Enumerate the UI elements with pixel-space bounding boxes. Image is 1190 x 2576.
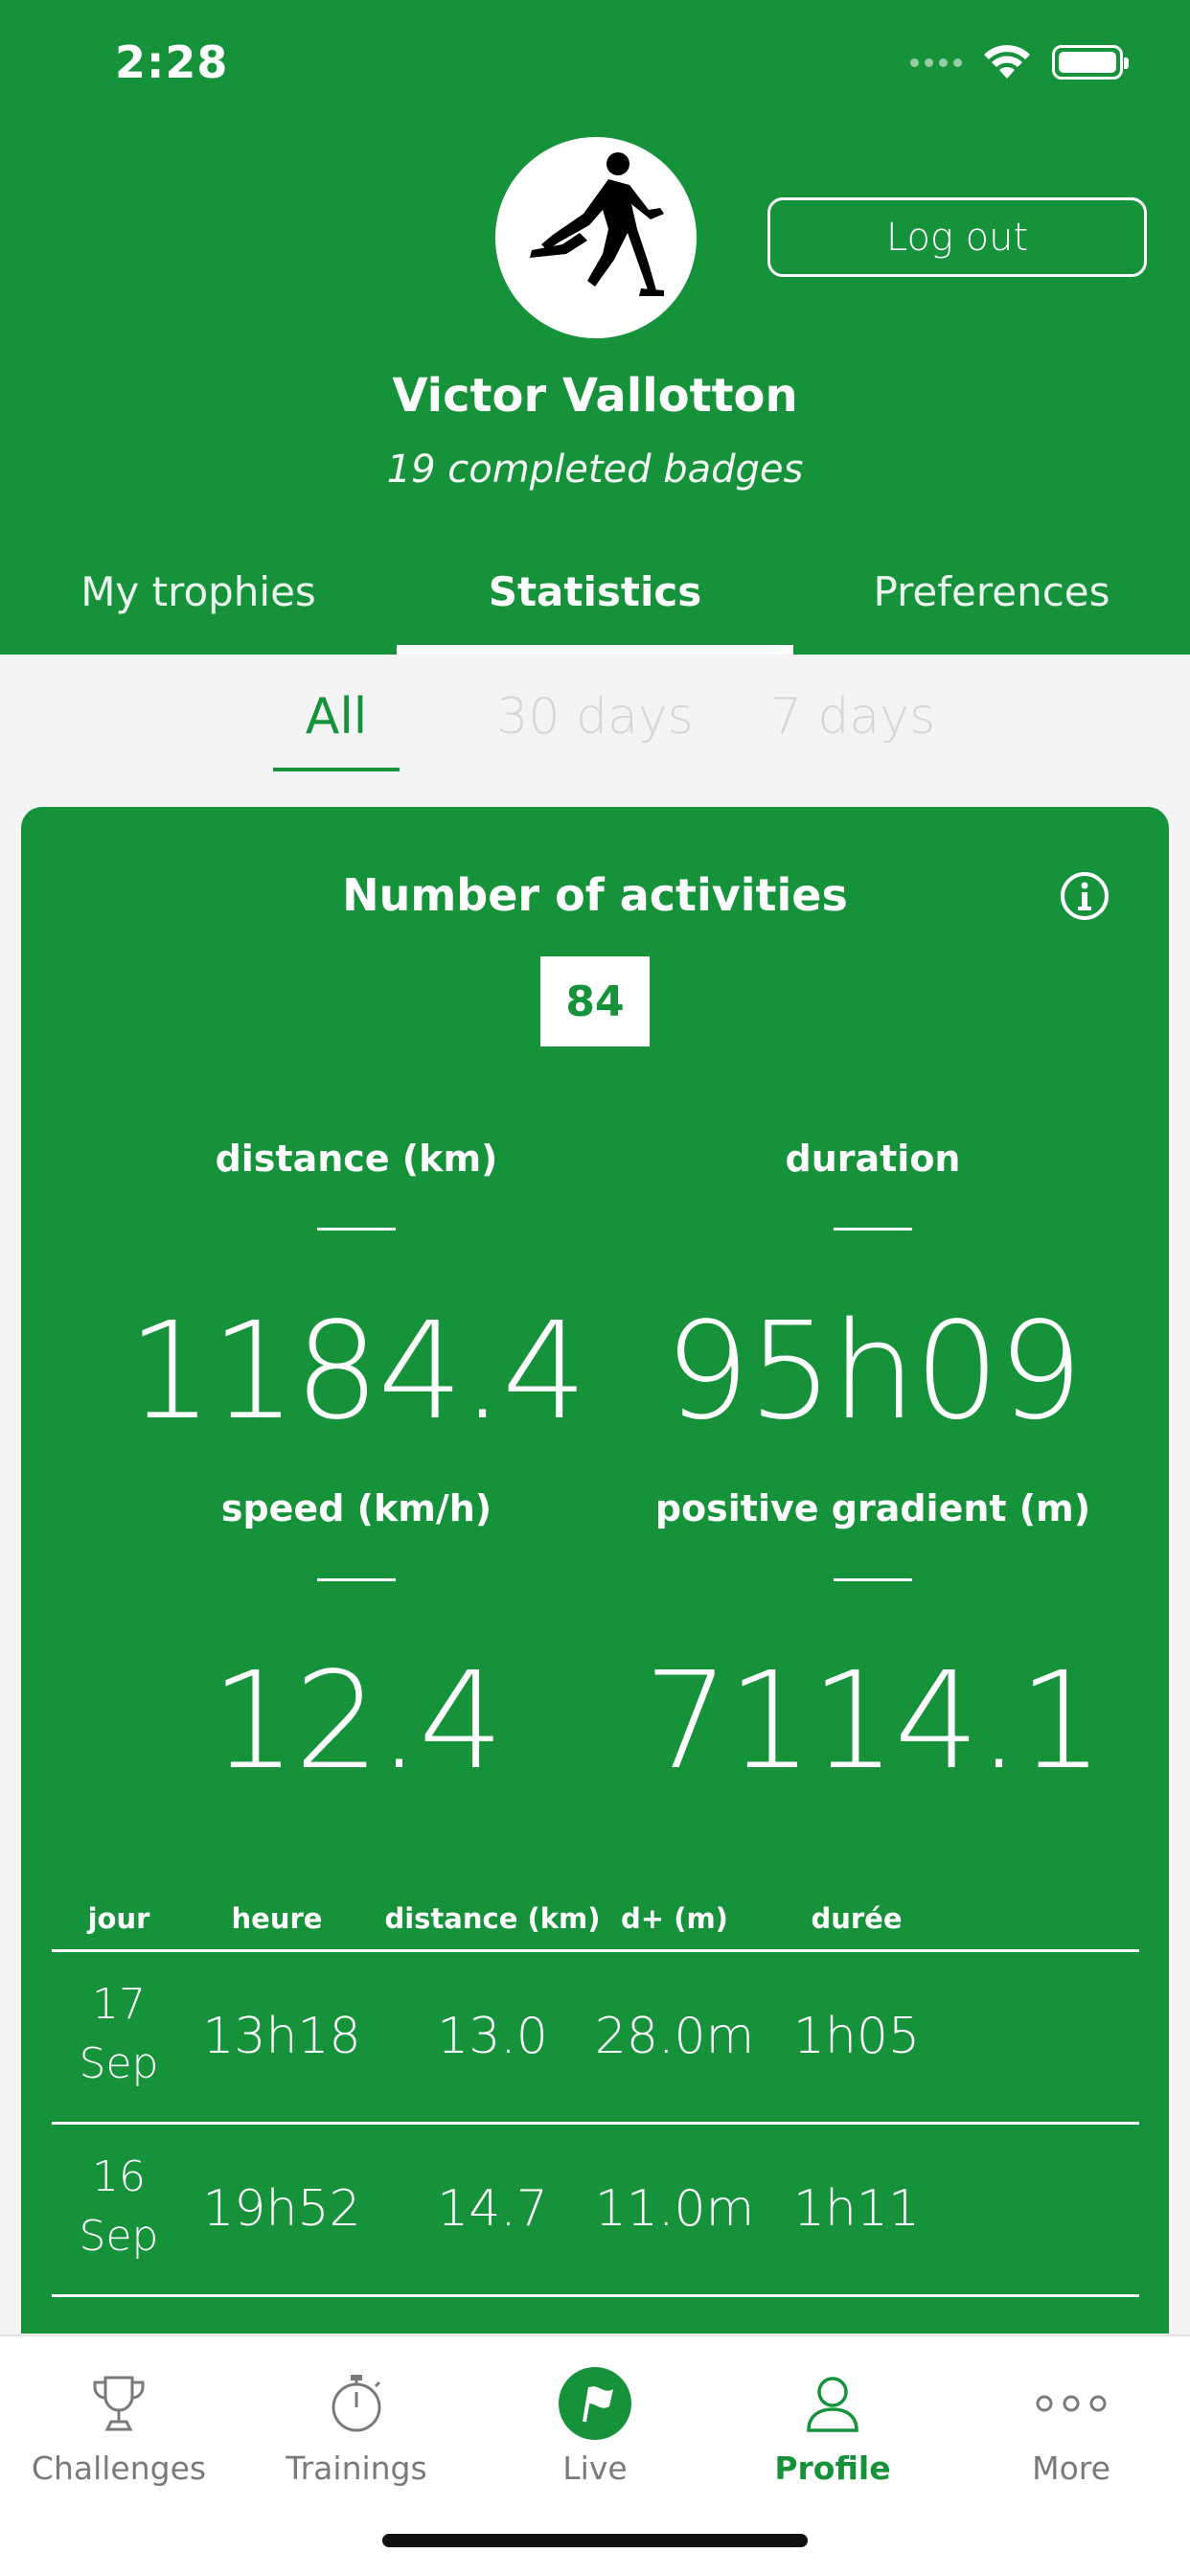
filter-active-underline — [273, 768, 400, 771]
nav-challenges[interactable]: Challenges — [0, 2365, 238, 2487]
gradient-label: positive gradient (m) — [654, 1487, 1091, 1530]
row-duration: 1h05 — [792, 2008, 921, 2065]
home-indicator[interactable] — [382, 2534, 808, 2547]
speed-label: speed (km/h) — [220, 1487, 492, 1530]
column-header-day: jour — [87, 1902, 150, 1935]
more-icon — [1036, 2395, 1107, 2412]
duration-label: duration — [785, 1138, 961, 1180]
activities-title: Number of activities — [342, 869, 848, 921]
row-dplus: 28.0m — [594, 2008, 755, 2065]
filter-30-days[interactable]: 30 days — [489, 688, 701, 746]
user-name: Victor Vallotton — [392, 369, 798, 423]
runner-silhouette-icon — [530, 152, 664, 296]
row-time: 19h52 — [202, 2180, 361, 2238]
distance-value: 1184.4 — [127, 1294, 587, 1450]
tab-my-trophies[interactable]: My trophies — [0, 551, 397, 655]
distance-divider — [317, 1228, 396, 1230]
filter-all[interactable]: All — [273, 688, 400, 746]
period-filter: All 30 days 7 days — [0, 655, 1190, 808]
logout-button[interactable]: Log out — [767, 197, 1147, 277]
battery-icon — [1052, 45, 1129, 80]
filter-7-days[interactable]: 7 days — [767, 688, 939, 746]
table-row[interactable]: 16 Sep 19h52 14.7 11.0m 1h11 — [52, 2125, 1139, 2297]
gradient-divider — [834, 1578, 912, 1581]
flag-icon — [559, 2367, 631, 2440]
column-header-duration: durée — [811, 1902, 903, 1935]
cellular-signal-icon — [910, 58, 962, 67]
profile-tabs: My trophies Statistics Preferences — [0, 551, 1190, 655]
info-icon[interactable] — [1059, 870, 1110, 922]
status-time: 2:28 — [115, 36, 229, 88]
wifi-icon — [984, 45, 1030, 79]
nav-trainings[interactable]: Trainings — [238, 2365, 475, 2487]
table-header: jour heure distance (km) d+ (m) durée — [52, 1864, 1139, 1952]
stats-card: Number of activities 84 distance (km) 11… — [21, 807, 1169, 1866]
row-distance: 14.7 — [437, 2180, 548, 2238]
speed-value: 12.4 — [211, 1644, 504, 1800]
profile-header: 2:28 Log out Victor Vallotton 19 complet… — [0, 0, 1190, 655]
duration-value: 95h09 — [664, 1294, 1083, 1450]
distance-label: distance (km) — [215, 1138, 498, 1180]
speed-divider — [317, 1578, 396, 1581]
tab-preferences[interactable]: Preferences — [793, 551, 1190, 655]
row-duration: 1h11 — [792, 2180, 921, 2238]
duration-divider — [834, 1228, 912, 1230]
stopwatch-icon — [332, 2375, 381, 2432]
status-icons — [910, 44, 1129, 80]
row-distance: 13.0 — [437, 2008, 548, 2065]
status-bar: 2:28 — [0, 0, 1190, 134]
column-header-dplus: d+ (m) — [621, 1902, 728, 1935]
person-icon — [807, 2377, 858, 2432]
nav-live[interactable]: Live — [476, 2365, 714, 2487]
nav-profile[interactable]: Profile — [714, 2365, 951, 2487]
activity-count-badge: 84 — [540, 956, 650, 1046]
avatar[interactable] — [495, 137, 697, 338]
row-day: 16 Sep — [79, 2152, 159, 2261]
row-dplus: 11.0m — [594, 2180, 755, 2238]
nav-more[interactable]: More — [952, 2365, 1190, 2487]
row-time: 13h18 — [202, 2008, 361, 2065]
tab-statistics[interactable]: Statistics — [397, 551, 793, 655]
column-header-time: heure — [231, 1902, 323, 1935]
row-day: 17 Sep — [79, 1980, 159, 2088]
column-header-distance: distance (km) — [384, 1902, 601, 1935]
activities-table: jour heure distance (km) d+ (m) durée 17… — [21, 1864, 1169, 2334]
trophy-icon — [93, 2376, 145, 2431]
table-row[interactable]: 17 Sep 13h18 13.0 28.0m 1h05 — [52, 1952, 1139, 2125]
gradient-value: 7114.1 — [644, 1644, 1104, 1800]
completed-badges-text: 19 completed badges — [386, 448, 804, 492]
